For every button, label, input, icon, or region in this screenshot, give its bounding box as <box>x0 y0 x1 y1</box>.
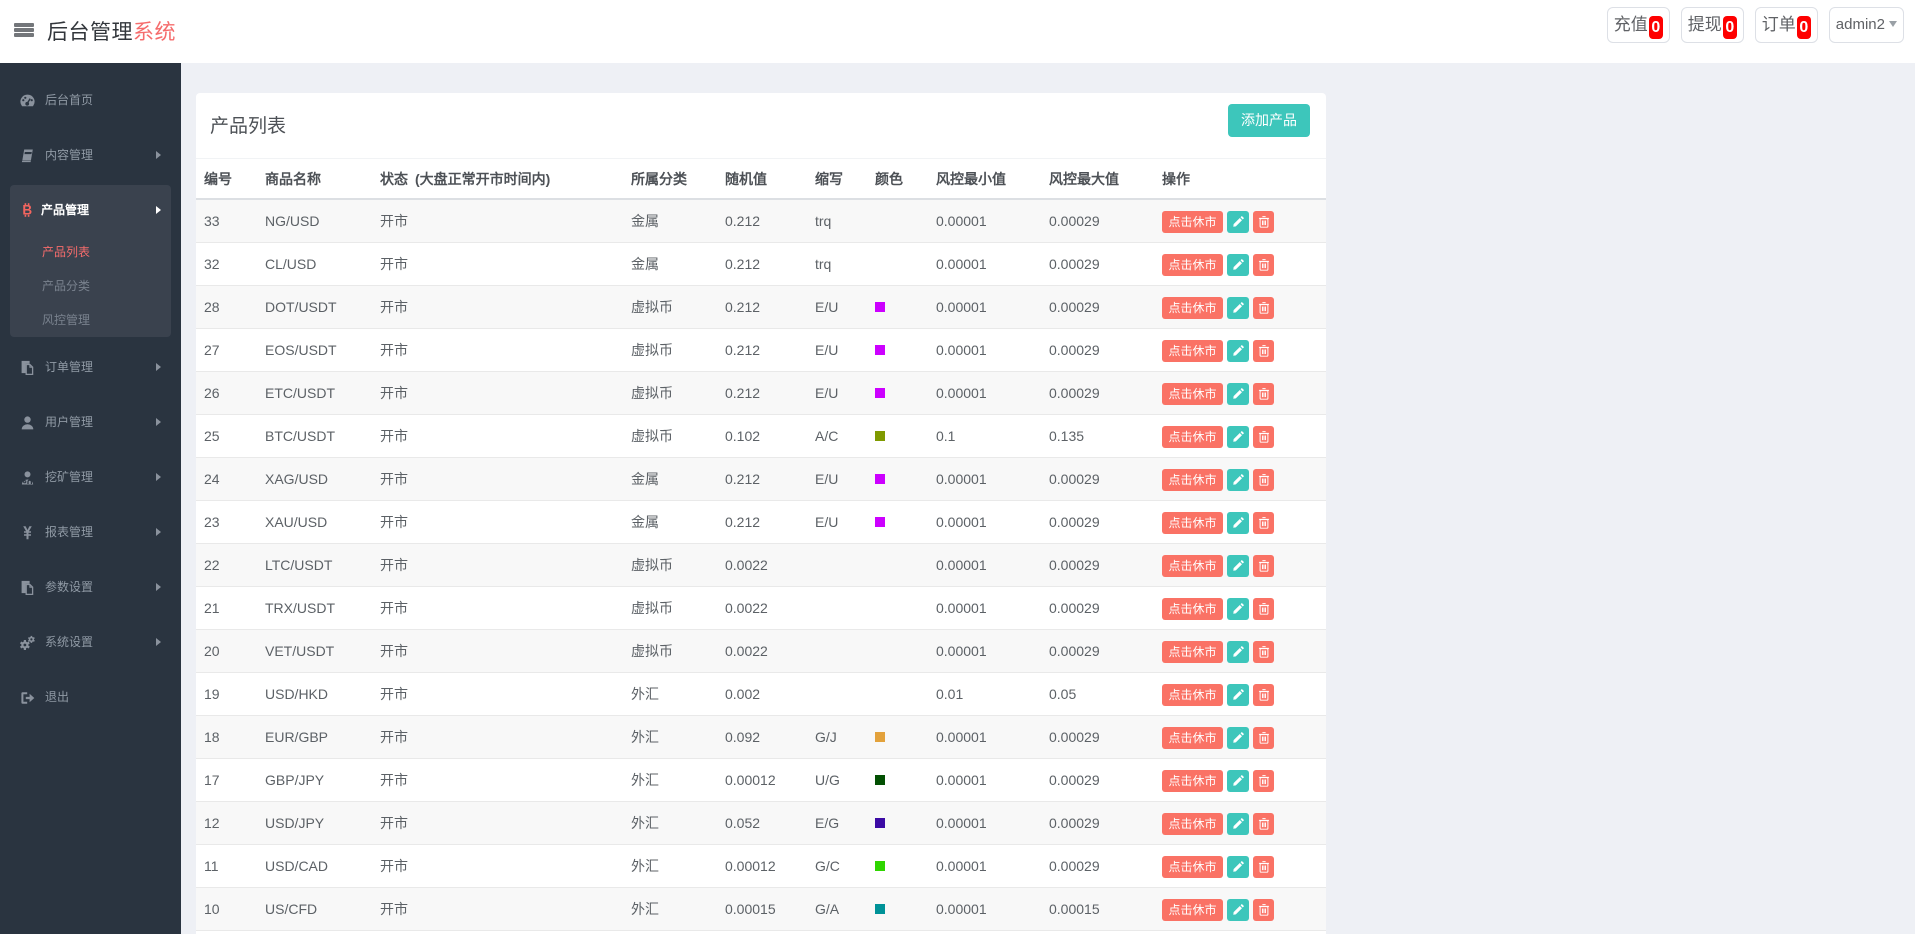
svg-text:B: B <box>22 203 32 218</box>
